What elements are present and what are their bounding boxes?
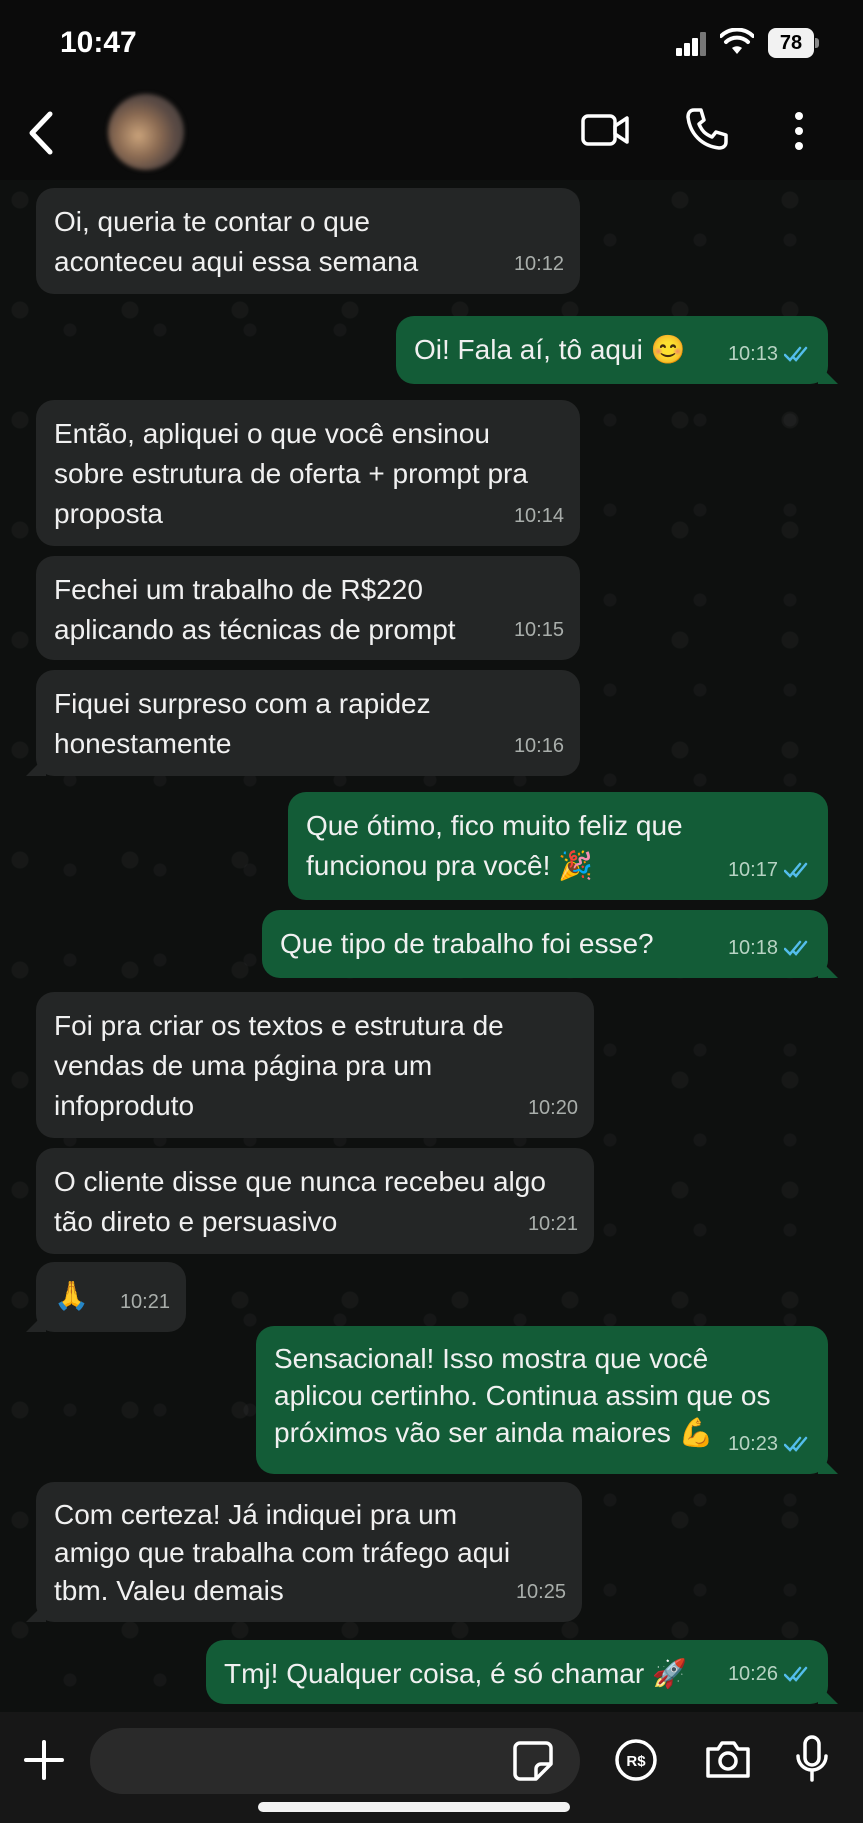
more-options-icon[interactable] — [784, 108, 814, 154]
message-outgoing[interactable]: Que ótimo, fico muito feliz que funciono… — [288, 792, 828, 900]
message-time: 10:15 — [513, 619, 564, 641]
message-text: Que ótimo, fico muito feliz que funciono… — [306, 810, 683, 881]
message-meta: 10:15 — [514, 610, 564, 650]
read-receipt-icon — [784, 940, 808, 956]
message-time: 10:14 — [513, 505, 564, 527]
attach-plus-icon[interactable] — [22, 1738, 66, 1782]
message-input[interactable] — [90, 1728, 580, 1794]
message-text: O cliente disse que nunca recebeu algo t… — [54, 1166, 546, 1237]
contact-avatar[interactable] — [108, 94, 184, 170]
message-incoming[interactable]: Então, apliquei o que você ensinou sobre… — [36, 400, 580, 546]
message-time: 10:23 — [727, 1433, 778, 1455]
message-meta: 10:23 — [728, 1424, 812, 1464]
battery-icon: 78 — [768, 28, 820, 58]
battery-level: 78 — [768, 28, 814, 58]
message-meta: 10:16 — [514, 726, 564, 766]
svg-text:R$: R$ — [626, 1753, 646, 1770]
message-incoming[interactable]: Fechei um trabalho de R$220 aplicando as… — [36, 556, 580, 660]
microphone-icon[interactable] — [794, 1734, 830, 1784]
read-receipt-icon — [784, 1666, 808, 1682]
message-meta: 10:26 — [728, 1654, 812, 1694]
message-time: 10:18 — [727, 937, 778, 959]
camera-icon[interactable] — [704, 1738, 752, 1780]
back-icon[interactable] — [22, 108, 62, 158]
message-outgoing[interactable]: Que tipo de trabalho foi esse? 10:18 — [262, 910, 838, 978]
message-incoming[interactable]: Foi pra criar os textos e estrutura de v… — [36, 992, 594, 1138]
message-outgoing[interactable]: Sensacional! Isso mostra que você aplico… — [256, 1326, 838, 1474]
message-time: 10:25 — [515, 1581, 566, 1603]
home-indicator[interactable] — [258, 1802, 570, 1812]
read-receipt-icon — [784, 862, 808, 878]
message-meta: 10:17 — [728, 850, 812, 890]
message-time: 10:21 — [527, 1213, 578, 1235]
message-meta: 10:18 — [728, 928, 812, 968]
message-time: 10:12 — [513, 253, 564, 275]
message-text: Tmj! Qualquer coisa, é só chamar 🚀 — [224, 1658, 687, 1689]
cellular-signal-icon — [676, 32, 706, 56]
message-text: Fiquei surpreso com a rapidez honestamen… — [54, 688, 431, 759]
message-meta: 10:12 — [514, 244, 564, 284]
video-call-icon[interactable] — [580, 110, 630, 150]
read-receipt-icon — [784, 1436, 808, 1452]
message-time: 10:16 — [513, 735, 564, 757]
sticker-icon[interactable] — [512, 1740, 554, 1782]
message-meta: 10:20 — [528, 1088, 578, 1128]
message-meta: 10:25 — [516, 1572, 566, 1612]
wifi-icon — [720, 28, 754, 54]
message-text: Foi pra criar os textos e estrutura de v… — [54, 1010, 504, 1121]
message-text: Com certeza! Já indiquei pra um amigo qu… — [54, 1499, 511, 1606]
message-meta: 10:13 — [728, 334, 812, 374]
message-incoming[interactable]: Oi, queria te contar o que aconteceu aqu… — [36, 188, 580, 294]
message-outgoing[interactable]: Oi! Fala aí, tô aqui 😊 10:13 — [396, 316, 838, 384]
message-time: 10:17 — [727, 859, 778, 881]
message-text: Fechei um trabalho de R$220 aplicando as… — [54, 574, 456, 645]
message-time: 10:13 — [727, 343, 778, 365]
message-incoming[interactable]: Com certeza! Já indiquei pra um amigo qu… — [26, 1482, 582, 1622]
status-bar: 10:47 78 — [0, 0, 863, 90]
message-text: Oi, queria te contar o que aconteceu aqu… — [54, 206, 419, 277]
message-time: 10:20 — [527, 1097, 578, 1119]
message-text: Então, apliquei o que você ensinou sobre… — [54, 418, 528, 529]
message-incoming[interactable]: 🙏 10:21 — [26, 1262, 186, 1332]
read-receipt-icon — [784, 346, 808, 362]
message-meta: 10:14 — [514, 496, 564, 536]
voice-call-icon[interactable] — [684, 106, 730, 152]
message-time: 10:21 — [119, 1291, 170, 1313]
message-meta: 10:21 — [120, 1282, 170, 1322]
message-text: Sensacional! Isso mostra que você aplico… — [274, 1343, 771, 1448]
chat-header — [0, 90, 863, 180]
message-outgoing[interactable]: Tmj! Qualquer coisa, é só chamar 🚀 10:26 — [206, 1640, 838, 1704]
message-incoming[interactable]: Fiquei surpreso com a rapidez honestamen… — [26, 670, 580, 776]
status-time: 10:47 — [60, 26, 137, 59]
message-list[interactable]: Oi, queria te contar o que aconteceu aqu… — [0, 180, 863, 1712]
message-time: 10:26 — [727, 1663, 778, 1685]
payment-icon[interactable]: R$ — [614, 1738, 658, 1782]
message-incoming[interactable]: O cliente disse que nunca recebeu algo t… — [36, 1148, 594, 1254]
message-meta: 10:21 — [528, 1204, 578, 1244]
compose-bar: R$ — [0, 1712, 863, 1823]
